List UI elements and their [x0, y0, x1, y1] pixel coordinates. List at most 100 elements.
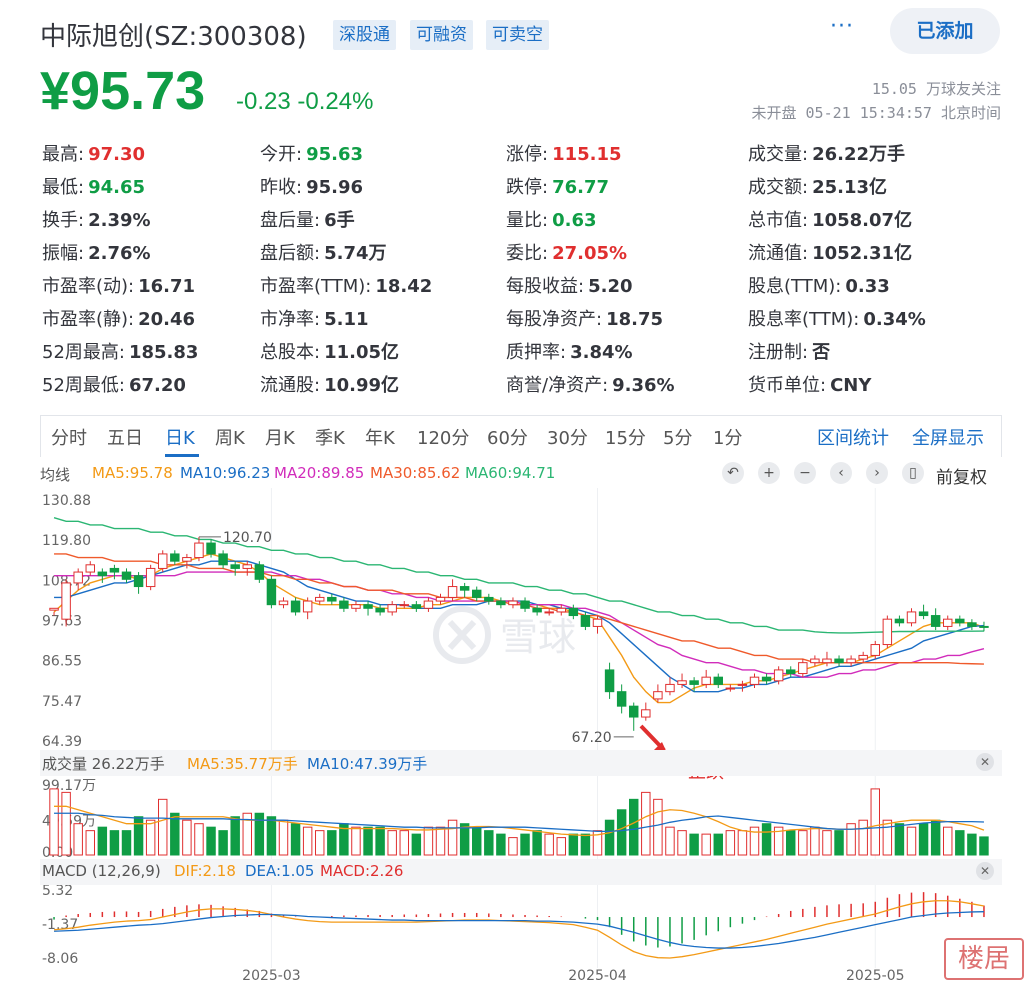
quote-cell: 流通股: 10.99亿 [260, 371, 399, 397]
candle-body [73, 571, 83, 584]
kline-chart[interactable]: 130.88 119.80 108.72 97.63 86.55 75.47 64.39 12… [40, 488, 1002, 985]
volume-bar [278, 819, 289, 856]
tab-8[interactable]: 60分 [487, 424, 528, 450]
quote-label: 涨停: [506, 144, 549, 165]
scroll-right-icon[interactable]: › [866, 462, 888, 484]
zoom-out-icon[interactable]: − [794, 462, 816, 484]
quote-row: 最高: 97.30 今开: 95.63 涨停: 115.15 成交量: 26.22万手 [42, 140, 1002, 173]
quote-label: 成交额: [748, 177, 809, 198]
price-tick-label: 86.55 [42, 654, 82, 670]
quote-cell: 市盈率(静): 20.46 [42, 305, 195, 331]
price-tick-label: 130.88 [42, 493, 91, 509]
volume-bar [580, 833, 591, 856]
quote-row: 市盈率(动): 16.71 市盈率(TTM): 18.42 每股收益: 5.20 股息(TT… [42, 272, 1002, 305]
scroll-left-icon[interactable]: ‹ [830, 462, 852, 484]
volume-bar [411, 833, 422, 856]
candle-style-icon[interactable]: ▯ [902, 462, 924, 484]
tab-7[interactable]: 120分 [417, 424, 469, 450]
volume-bar [532, 830, 542, 856]
candle-body [145, 567, 156, 588]
volume-bar [955, 830, 965, 856]
quote-label: 最低: [42, 177, 85, 198]
close-macd-icon[interactable]: ✕ [976, 862, 994, 880]
tag-margin-financing[interactable]: 可融资 [410, 20, 473, 50]
candle-body [943, 618, 953, 627]
follower-count: 15.05 万球友关注 [871, 80, 1001, 98]
quote-value: 2.76% [88, 243, 151, 264]
x-tick-label: 2025-05 [846, 968, 905, 984]
volume-ma10: MA10:47.39万手 [307, 755, 428, 773]
tab-9[interactable]: 30分 [547, 424, 588, 450]
quote-value: 0.34% [863, 309, 926, 330]
added-watchlist-button[interactable]: 已添加 [890, 8, 1000, 54]
tab-10[interactable]: 15分 [605, 424, 646, 450]
adjust-mode[interactable]: 前复权 [936, 463, 987, 488]
candle-body [725, 687, 736, 690]
volume-bar [677, 830, 687, 856]
quote-value: 0.33 [845, 276, 890, 297]
fullscreen-link[interactable]: 全屏显示 [912, 424, 984, 450]
volume-bar [616, 809, 627, 856]
candle-body [653, 691, 663, 700]
candle-body [737, 683, 748, 686]
quote-cell: 成交量: 26.22万手 [748, 140, 905, 166]
quote-label: 总市值: [748, 210, 809, 231]
tab-0[interactable]: 分时 [51, 424, 87, 450]
tab-11[interactable]: 5分 [663, 424, 692, 450]
quote-cell: 换手: 2.39% [42, 206, 151, 232]
tab-12[interactable]: 1分 [713, 424, 742, 450]
tag-short-selling[interactable]: 可卖空 [486, 20, 549, 50]
quote-cell: 每股收益: 5.20 [506, 272, 633, 298]
quote-cell: 股息率(TTM): 0.34% [748, 305, 926, 331]
x-tick-label: 2025-03 [242, 968, 301, 984]
volume-bar [665, 826, 675, 856]
tab-5[interactable]: 季K [315, 424, 345, 450]
quote-cell: 注册制: 否 [748, 338, 830, 364]
quote-cell: 52周最高: 185.83 [42, 338, 198, 364]
candle-body [339, 600, 349, 609]
tag-shenzhen-connect[interactable]: 深股通 [333, 20, 396, 50]
macd-tick-label: -8.06 [42, 951, 78, 967]
candle-body [387, 604, 397, 613]
volume-bar [858, 819, 868, 856]
quote-label: 商誉/净资产: [506, 375, 609, 396]
volume-bar [653, 798, 663, 856]
tab-3[interactable]: 周K [215, 424, 245, 450]
quote-label: 质押率: [506, 342, 567, 363]
candle-body [665, 683, 675, 693]
quote-row: 换手: 2.39% 盘后量: 6手 量比: 0.63 总市值: 1058.07亿 [42, 206, 1002, 239]
quote-label: 委比: [506, 243, 549, 264]
quote-label: 货币单位: [748, 375, 827, 396]
quote-row: 振幅: 2.76% 盘后额: 5.74万 委比: 27.05% 流通值: 1052.31亿 [42, 239, 1002, 272]
more-icon[interactable]: ··· [830, 14, 854, 39]
volume-bar [218, 830, 228, 856]
candle-body [629, 705, 639, 718]
undo-icon[interactable]: ↶ [722, 462, 744, 484]
quote-value: 95.63 [306, 144, 364, 165]
ma-legend: 均线 前复权 MA5:95.78 MA10:96.23 MA20:89.85 MA30… [40, 462, 1002, 488]
zoom-in-icon[interactable]: + [758, 462, 780, 484]
quote-label: 流通股: [260, 375, 321, 396]
volume-bar [230, 816, 240, 856]
volume-bar [834, 830, 844, 856]
quote-value: 5.11 [324, 309, 369, 330]
tab-4[interactable]: 月K [265, 424, 295, 450]
quote-label: 成交量: [748, 144, 809, 165]
volume-bar [918, 823, 929, 856]
quote-label: 每股净资产: [506, 309, 603, 330]
tab-2[interactable]: 日K [165, 424, 195, 450]
volume-bar [725, 830, 736, 856]
volume-bar [689, 833, 699, 856]
candle-body [641, 709, 651, 718]
candle-body [870, 644, 880, 656]
quote-label: 股息(TTM): [748, 276, 842, 297]
stock-title: 中际旭创(SZ:300308) [40, 22, 307, 52]
candle-body [121, 571, 132, 580]
range-stats-link[interactable]: 区间统计 [817, 424, 889, 450]
quote-row: 52周最高: 185.83 总股本: 11.05亿 质押率: 3.84% 注册制: 否 [42, 338, 1002, 371]
tab-6[interactable]: 年K [365, 424, 395, 450]
quote-value: 5.20 [588, 276, 633, 297]
tab-1[interactable]: 五日 [107, 424, 143, 450]
volume-bar [266, 816, 277, 856]
close-volume-icon[interactable]: ✕ [976, 753, 994, 771]
